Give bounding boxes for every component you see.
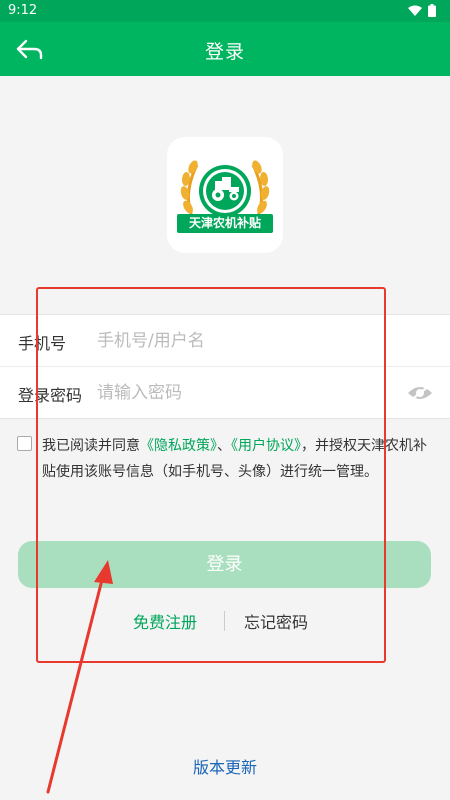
logo-text: 天津农机补贴 <box>177 214 273 233</box>
tractor-wheat-logo <box>180 160 270 224</box>
wifi-icon <box>408 5 422 16</box>
eye-off-icon[interactable] <box>405 383 435 403</box>
agreement-checkbox[interactable] <box>17 436 32 451</box>
status-time: 9:12 <box>8 3 38 18</box>
battery-icon <box>428 4 436 17</box>
version-update-link[interactable]: 版本更新 <box>0 754 450 778</box>
app-logo: 天津农机补贴 <box>167 137 283 253</box>
app-bar: 登录 <box>0 22 450 76</box>
status-icons <box>408 4 436 17</box>
annotation-rectangle <box>36 287 386 663</box>
status-bar: 9:12 <box>0 0 450 22</box>
page-title: 登录 <box>204 41 245 63</box>
